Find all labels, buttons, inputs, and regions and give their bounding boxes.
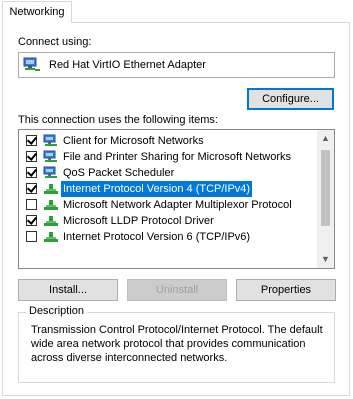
network-protocol-icon <box>43 182 59 196</box>
item-checkbox[interactable] <box>26 183 37 194</box>
list-item[interactable]: Microsoft Network Adapter Multiplexor Pr… <box>23 197 318 213</box>
item-checkbox[interactable] <box>26 215 37 226</box>
item-label: Microsoft LLDP Protocol Driver <box>63 215 214 227</box>
scroll-up-icon[interactable]: ▲ <box>317 130 334 147</box>
list-item[interactable]: Internet Protocol Version 6 (TCP/IPv6) <box>23 229 318 245</box>
item-checkbox[interactable] <box>26 167 37 178</box>
description-text: Transmission Control Protocol/Internet P… <box>31 324 323 364</box>
list-item[interactable]: Internet Protocol Version 4 (TCP/IPv4) <box>23 181 318 197</box>
network-protocol-icon <box>43 230 59 244</box>
list-item[interactable]: QoS Packet Scheduler <box>23 165 318 181</box>
configure-button[interactable]: Configure... <box>247 88 334 110</box>
adapter-display: Red Hat VirtIO Ethernet Adapter <box>18 52 335 78</box>
item-checkbox[interactable] <box>26 199 37 210</box>
item-label: Microsoft Network Adapter Multiplexor Pr… <box>63 199 292 211</box>
item-label: Internet Protocol Version 4 (TCP/IPv4) <box>61 181 253 197</box>
item-checkbox[interactable] <box>26 231 37 242</box>
connect-using-label: Connect using: <box>18 36 92 48</box>
items-listbox[interactable]: Client for Microsoft Networks File and Pr… <box>18 129 335 269</box>
network-protocol-icon <box>43 214 59 228</box>
item-label: Internet Protocol Version 6 (TCP/IPv6) <box>63 231 251 243</box>
description-title: Description <box>26 305 88 317</box>
item-label: File and Printer Sharing for Microsoft N… <box>63 151 292 163</box>
item-checkbox[interactable] <box>26 151 37 162</box>
list-item[interactable]: Client for Microsoft Networks <box>23 133 318 149</box>
network-service-icon <box>43 150 59 164</box>
scroll-down-icon[interactable]: ▼ <box>317 251 334 268</box>
uninstall-button[interactable]: Uninstall <box>127 279 227 301</box>
item-label: QoS Packet Scheduler <box>63 167 175 179</box>
tab-networking[interactable]: Networking <box>2 1 72 23</box>
list-item[interactable]: File and Printer Sharing for Microsoft N… <box>23 149 318 165</box>
item-checkbox[interactable] <box>26 135 37 146</box>
list-item[interactable]: Microsoft LLDP Protocol Driver <box>23 213 318 229</box>
network-adapter-icon <box>23 57 41 73</box>
install-button[interactable]: Install... <box>18 279 118 301</box>
items-label: This connection uses the following items… <box>18 114 218 126</box>
item-label: Client for Microsoft Networks <box>63 135 204 147</box>
vertical-scrollbar[interactable]: ▲ ▼ <box>317 130 334 268</box>
network-protocol-icon <box>43 198 59 212</box>
network-service-icon <box>43 166 59 180</box>
adapter-name: Red Hat VirtIO Ethernet Adapter <box>49 59 206 71</box>
scrollbar-thumb[interactable] <box>321 150 330 226</box>
properties-button[interactable]: Properties <box>236 279 336 301</box>
network-client-icon <box>43 134 59 148</box>
